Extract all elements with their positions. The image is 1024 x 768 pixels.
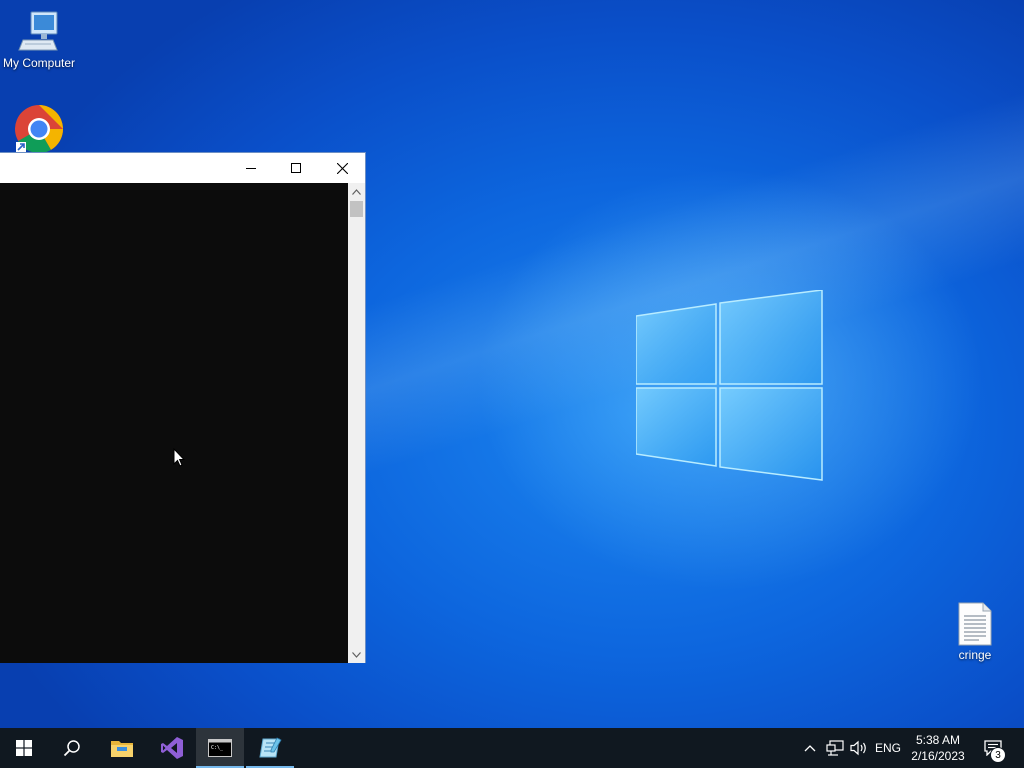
start-icon [16, 740, 32, 756]
text-file-icon [958, 602, 992, 646]
svg-text:C:\_: C:\_ [211, 745, 224, 751]
visual-studio-icon [161, 737, 183, 759]
console-window[interactable] [0, 152, 366, 663]
volume-button[interactable] [848, 728, 870, 768]
scroll-down-button[interactable] [348, 646, 365, 663]
input-language[interactable]: ENG [872, 728, 904, 768]
window-titlebar[interactable] [0, 153, 365, 183]
scrollbar-thumb[interactable] [350, 201, 363, 217]
file-explorer-icon [111, 741, 133, 757]
desktop-icon-my-computer[interactable]: My Computer [0, 10, 78, 70]
mouse-pointer-icon [173, 448, 185, 467]
clock-time: 5:38 AM [915, 733, 961, 747]
taskbar-file-explorer[interactable] [98, 728, 146, 768]
minimize-button[interactable] [228, 153, 274, 183]
network-icon [826, 740, 844, 756]
search-button[interactable] [48, 728, 96, 768]
minimize-icon [246, 168, 256, 169]
windows-logo [636, 290, 823, 481]
desktop-icon-chrome[interactable] [0, 104, 78, 156]
notepad-icon [259, 737, 282, 758]
clock[interactable]: 5:38 AM 2/16/2023 [906, 728, 970, 768]
maximize-button[interactable] [273, 153, 319, 183]
start-button[interactable] [0, 728, 48, 768]
desktop-icon-cringe[interactable]: cringe [936, 602, 1014, 662]
clock-date: 2/16/2023 [911, 749, 965, 763]
show-hidden-icons-button[interactable] [800, 728, 820, 768]
taskbar: C:\_ ENG 5:38 AM 2/16/2023 [0, 728, 1024, 768]
command-prompt-icon: C:\_ [208, 739, 232, 757]
network-button[interactable] [824, 728, 846, 768]
chrome-icon [15, 105, 64, 154]
desktop-icon-label: cringe [958, 648, 992, 662]
taskbar-visual-studio[interactable] [148, 728, 196, 768]
desktop: My Computer cringe [0, 0, 1024, 728]
computer-icon [18, 11, 58, 51]
notification-count-badge: 3 [990, 747, 1006, 763]
taskbar-notepad[interactable] [246, 728, 294, 768]
chevron-down-icon [352, 651, 361, 658]
close-icon [336, 162, 348, 174]
search-icon [63, 740, 80, 757]
speaker-icon [850, 740, 866, 756]
chevron-up-icon [352, 188, 361, 195]
vertical-scrollbar[interactable] [348, 183, 365, 663]
close-button[interactable] [319, 153, 365, 183]
console-output[interactable] [0, 183, 348, 663]
scroll-up-button[interactable] [348, 183, 365, 200]
chevron-up-icon [804, 745, 816, 752]
maximize-icon [291, 163, 301, 173]
desktop-icon-label: My Computer [2, 56, 76, 70]
taskbar-command-prompt[interactable]: C:\_ [196, 728, 244, 768]
